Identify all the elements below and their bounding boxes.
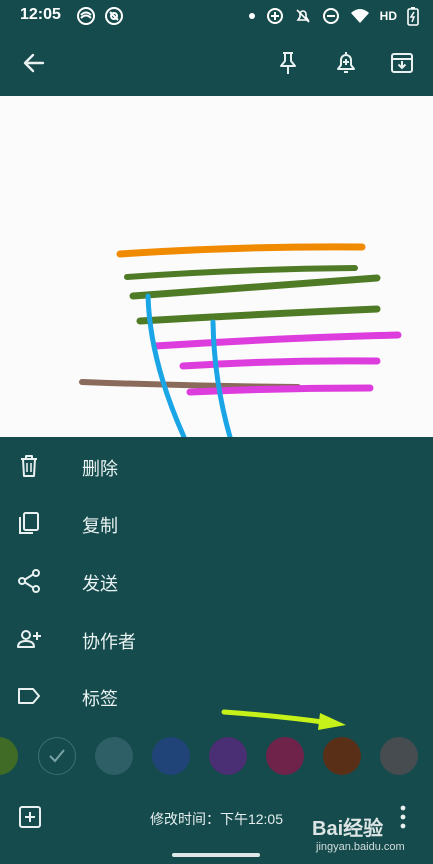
target-icon [266, 8, 283, 24]
stroke-green-1 [124, 265, 358, 280]
label-icon [18, 688, 40, 704]
color-swatch-teal[interactable] [95, 737, 133, 775]
color-swatch-default[interactable] [38, 737, 76, 775]
stroke-green-2 [129, 274, 381, 300]
copy-icon [19, 512, 39, 534]
menu-label-delete: 删除 [82, 459, 118, 479]
top-toolbar [0, 30, 433, 96]
minus-circle-icon [322, 8, 339, 24]
person-add-icon [17, 630, 41, 648]
color-swatch-brown[interactable] [323, 737, 361, 775]
stroke-purple-2 [179, 357, 381, 370]
menu-item-label[interactable]: 标签 [0, 667, 433, 725]
stroke-green-3 [136, 305, 381, 325]
menu-label-label: 标签 [82, 689, 118, 709]
check-icon [49, 749, 65, 763]
menu-label-collaborator: 协作者 [82, 632, 136, 652]
more-vert-icon[interactable] [396, 804, 410, 830]
pin-icon[interactable] [275, 50, 301, 76]
wifi-icon [350, 9, 369, 23]
bell-off-icon [296, 9, 310, 23]
color-swatch-purple[interactable] [209, 737, 247, 775]
share-icon [18, 569, 40, 593]
archive-icon[interactable] [389, 50, 415, 76]
network-label: HD [379, 9, 397, 23]
bell-plus-icon[interactable] [333, 50, 359, 76]
sync-icon [77, 7, 95, 25]
color-swatch-pink[interactable] [266, 737, 304, 775]
drawing-strokes [79, 243, 402, 437]
watermark-brand: Bai经验 [312, 818, 384, 840]
home-indicator[interactable] [172, 853, 260, 857]
menu-label-copy: 复制 [82, 516, 118, 536]
menu-item-send[interactable]: 发送 [0, 552, 433, 610]
dot-icon [248, 13, 255, 19]
color-swatch-gray[interactable] [380, 737, 418, 775]
stroke-orange [116, 243, 366, 258]
color-swatch-blue[interactable] [152, 737, 190, 775]
drawing-canvas[interactable] [0, 96, 433, 437]
status-time: 12:05 [20, 6, 61, 23]
annotation-arrow [221, 709, 346, 730]
menu-item-collaborator[interactable]: 协作者 [0, 610, 433, 668]
stroke-purple-1 [151, 331, 402, 350]
trash-icon [21, 455, 37, 477]
arrow-left-icon[interactable] [21, 50, 47, 76]
menu-label-send: 发送 [82, 574, 118, 594]
menu-item-delete[interactable]: 删除 [0, 437, 433, 495]
at-icon [105, 7, 123, 25]
watermark-domain: jingyan.baidu.com [316, 841, 405, 853]
battery-icon [407, 7, 419, 26]
status-bar: 12:05 HD [0, 0, 433, 30]
menu-item-copy[interactable]: 复制 [0, 494, 433, 552]
